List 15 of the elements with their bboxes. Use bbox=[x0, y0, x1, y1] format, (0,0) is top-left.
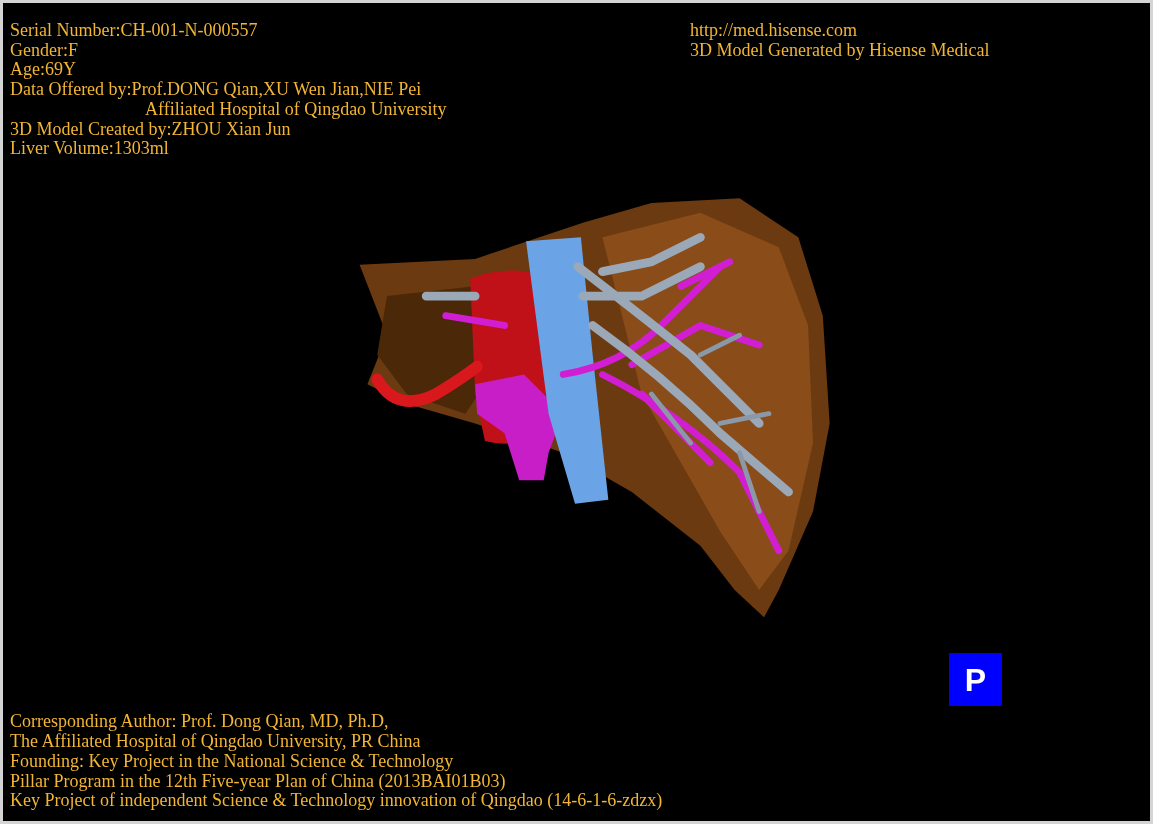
info-text: Affiliated Hospital of Qingdao University bbox=[145, 99, 447, 120]
info-text: 3D Model Generated by Hisense Medical bbox=[690, 40, 990, 61]
info-text: Gender:F bbox=[10, 40, 78, 61]
info-text: Founding: Key Project in the National Science & Technology bbox=[10, 751, 454, 772]
info-text: Liver Volume:1303ml bbox=[10, 139, 169, 159]
info-text: Data Offered by:Prof.DONG Qian,XU Wen Jian,NIE Pei bbox=[10, 80, 422, 100]
info-text: Serial Number:CH-001-N-000557 bbox=[10, 21, 258, 41]
info-text: Key Project of independent Science & Technology innovation of Qingdao (14-6-1-6-zdzx) bbox=[10, 791, 663, 811]
info-text: Age:69Y bbox=[10, 60, 76, 81]
info-text: The Affiliated Hospital of Qingdao University, PR China bbox=[10, 732, 421, 752]
info-text: Pillar Program in the 12th Five-year Plan of China (2013BAI01B03) bbox=[10, 771, 506, 792]
view-badge[interactable]: P bbox=[949, 653, 1002, 707]
info-text: http://med.hisense.com bbox=[690, 21, 857, 41]
info-text: Corresponding Author: Prof. Dong Qian, MD, Ph.D, bbox=[10, 712, 389, 733]
info-text: 3D Model Created by:ZHOU Xian Jun bbox=[10, 119, 291, 140]
